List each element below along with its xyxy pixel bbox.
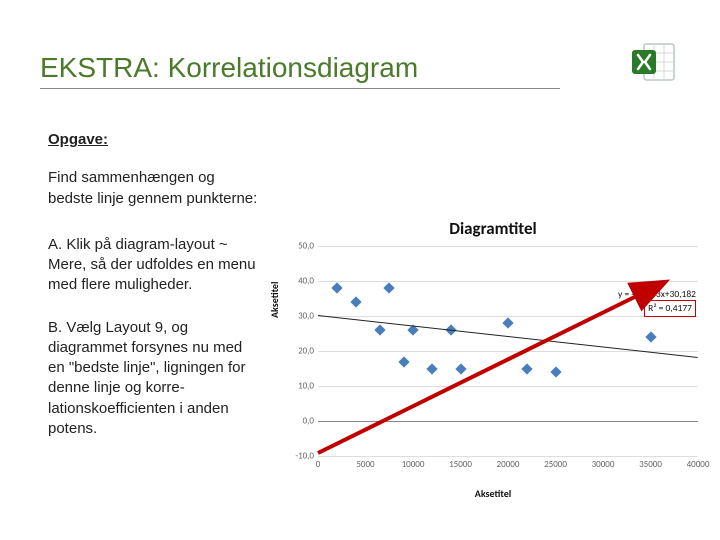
equation-box: y = -0,0003x+30,182R² = 0,4177	[618, 288, 696, 317]
excel-icon	[630, 40, 678, 89]
step-a: A. Klik på diagram-layout ~ Mere, så der…	[48, 235, 258, 296]
x-axis-title: Aksetitel	[278, 487, 708, 500]
plot-area: -10,00,010,020,030,040,050,0050001000015…	[318, 246, 698, 456]
r-squared-box: R² = 0,4177	[644, 300, 696, 316]
x-tick-label: 25000	[544, 459, 567, 470]
trendline-equation: y = -0,0003x+30,182	[618, 288, 696, 300]
data-point	[331, 282, 342, 293]
x-tick-label: 30000	[592, 459, 615, 470]
gridline	[318, 246, 698, 247]
data-point	[384, 282, 395, 293]
y-tick-label: 20,0	[288, 346, 314, 357]
step-b: B. Vælg Layout 9, og diagrammet forsynes…	[48, 318, 258, 440]
intro-text: Find sammenhængen og bedste linje gennem…	[48, 168, 258, 209]
y-tick-label: 0,0	[288, 416, 314, 427]
body-text: Opgave: Find sammenhængen og bedste linj…	[48, 130, 258, 439]
data-point	[502, 317, 513, 328]
y-tick-label: 40,0	[288, 276, 314, 287]
data-point	[398, 356, 409, 367]
x-tick-label: 10000	[402, 459, 425, 470]
x-tick-label: 40000	[687, 459, 710, 470]
data-point	[350, 296, 361, 307]
y-tick-label: -10,0	[288, 451, 314, 462]
chart: Diagramtitel Aksetitel Aksetitel -10,00,…	[278, 218, 708, 498]
gridline	[318, 456, 698, 457]
x-tick-label: 5000	[356, 459, 374, 470]
data-point	[645, 331, 656, 342]
y-tick-label: 50,0	[288, 241, 314, 252]
gridline	[318, 386, 698, 387]
data-point	[521, 363, 532, 374]
gridline	[318, 281, 698, 282]
gridline	[318, 421, 698, 422]
data-point	[426, 363, 437, 374]
y-tick-label: 10,0	[288, 381, 314, 392]
opgave-label: Opgave:	[48, 130, 258, 150]
slide: { "title": "EKSTRA: Korrelationsdiagram"…	[0, 0, 720, 540]
x-tick-label: 35000	[639, 459, 662, 470]
data-point	[550, 366, 561, 377]
data-point	[455, 363, 466, 374]
data-point	[374, 324, 385, 335]
x-tick-label: 0	[316, 459, 321, 470]
x-tick-label: 20000	[497, 459, 520, 470]
y-axis-title: Aksetitel	[268, 282, 281, 318]
x-tick-label: 15000	[449, 459, 472, 470]
chart-title: Diagramtitel	[278, 218, 708, 239]
page-title: EKSTRA: Korrelationsdiagram	[40, 52, 560, 89]
y-tick-label: 30,0	[288, 311, 314, 322]
